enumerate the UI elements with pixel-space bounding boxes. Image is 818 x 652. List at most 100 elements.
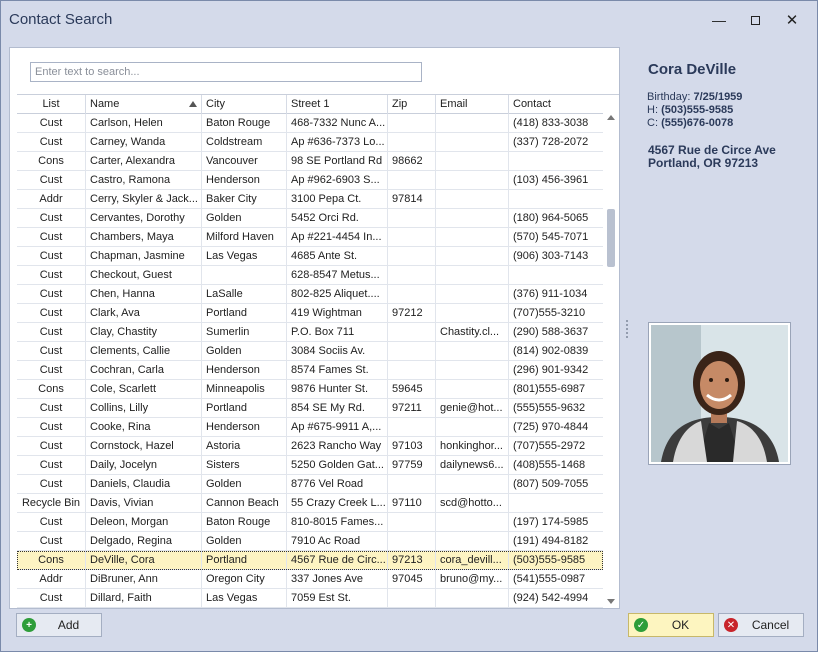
cell-phone-value: (555)676-0078 [661,117,734,129]
table-cell-list: Addr [17,190,86,208]
column-header-contact[interactable]: Contact [509,95,603,114]
vertical-scrollbar[interactable] [603,113,619,608]
table-row[interactable]: Recycle Bin Davis, Vivian Cannon Beach 55 C… [17,494,603,513]
search-input[interactable] [30,62,422,82]
table-cell-email [436,342,509,360]
table-row[interactable]: Cust Carlson, Helen Baton Rouge 468-7332 Nu… [17,114,603,133]
scroll-up-icon[interactable] [607,115,615,120]
table-row[interactable]: Cons Carter, Alexandra Vancouver 98 SE Port… [17,152,603,171]
table-row[interactable]: Cons DeVille, Cora Portland 4567 Rue de Cir… [17,551,603,570]
table-cell-name: Cole, Scarlett [86,380,202,398]
table-cell-city: Portland [202,551,287,569]
table-cell-contact: (725) 970-4844 [513,421,589,433]
table-row[interactable]: Cust Collins, Lilly Portland 854 SE My Rd. 9… [17,399,603,418]
close-button[interactable]: ✕ [778,9,806,31]
plus-circle-icon: + [22,618,36,632]
table-cell-street-1: 5452 Orci Rd. [287,209,388,227]
table-cell-zip: 97211 [388,399,436,417]
table-cell-email [436,532,509,550]
table-cell-contact: (408)555-1468 [513,459,586,471]
panel-splitter[interactable] [625,319,629,339]
column-header-list[interactable]: List [17,95,86,114]
ok-button[interactable]: ✓ OK [628,613,714,637]
cell-phone-label: C: [647,117,658,129]
table-row[interactable]: Cust Chapman, Jasmine Las Vegas 4685 Ante S… [17,247,603,266]
table-cell-city: Las Vegas [202,247,287,265]
table-row[interactable]: Cust Cochran, Carla Henderson 8574 Fames St… [17,361,603,380]
table-cell-list: Cons [17,380,86,398]
minimize-button[interactable]: — [705,9,733,31]
table-cell-city: Golden [202,209,287,227]
table-cell-list: Cust [17,133,86,151]
table-cell-list: Cust [17,513,86,531]
table-cell-zip: 97045 [388,570,436,588]
table-cell-contact: (103) 456-3961 [513,174,589,186]
table-row[interactable]: Cust Delgado, Regina Golden 7910 Ac Road (19… [17,532,603,551]
table-row[interactable]: Cust Chambers, Maya Milford Haven Ap #221-4… [17,228,603,247]
table-cell-email [436,513,509,531]
table-cell-list: Cust [17,342,86,360]
table-cell-contact: (197) 174-5985 [513,516,589,528]
table-cell-zip: 97103 [388,437,436,455]
table-row[interactable]: Cust Clements, Callie Golden 3084 Sociis Av… [17,342,603,361]
scroll-thumb[interactable] [607,209,615,267]
table-row[interactable]: Cust Daniels, Claudia Golden 8776 Vel Road (… [17,475,603,494]
table-row[interactable]: Cust Carney, Wanda Coldstream Ap #636-7373 … [17,133,603,152]
table-cell-email [436,380,509,398]
table-cell-street-1: 55 Crazy Creek L... [287,494,388,512]
table-row[interactable]: Cust Cornstock, Hazel Astoria 2623 Rancho W… [17,437,603,456]
table-row[interactable]: Cons Cole, Scarlett Minneapolis 9876 Hunter… [17,380,603,399]
table-cell-city: LaSalle [202,285,287,303]
table-row[interactable]: Cust Clark, Ava Portland 419 Wightman 97212 (… [17,304,603,323]
cancel-button[interactable]: ✕ Cancel [718,613,804,637]
table-row[interactable]: Addr Cerry, Skyler & Jack... Baker City 310… [17,190,603,209]
table-cell-zip: 97759 [388,456,436,474]
table-cell-list: Cust [17,532,86,550]
table-cell-city: Portland [202,304,287,322]
detail-cell-phone: C: (555)676-0078 [647,117,733,129]
table-row[interactable]: Addr DiBruner, Ann Oregon City 337 Jones Av… [17,570,603,589]
table-row[interactable]: Cust Cooke, Rina Henderson Ap #675-9911 A,.… [17,418,603,437]
table-cell-list: Addr [17,570,86,588]
table-row[interactable]: Cust Clay, Chastity Sumerlin P.O. Box 711 Ch… [17,323,603,342]
table-cell-name: Chen, Hanna [86,285,202,303]
table-cell-zip [388,361,436,379]
table-cell-list: Cust [17,171,86,189]
table-cell-zip [388,133,436,151]
table-cell-email [436,266,509,284]
table-row[interactable]: Cust Deleon, Morgan Baton Rouge 810-8015 Fa… [17,513,603,532]
table-cell-street-1: 337 Jones Ave [287,570,388,588]
table-row[interactable]: Cust Chen, Hanna LaSalle 802-825 Aliquet...… [17,285,603,304]
table-cell-name: Dillard, Faith [86,589,202,607]
table-row[interactable]: Cust Castro, Ramona Henderson Ap #962-6903 … [17,171,603,190]
ok-button-label: OK [671,618,690,632]
home-phone-label: H: [647,104,658,116]
column-header-street-1[interactable]: Street 1 [287,95,388,114]
column-header-zip[interactable]: Zip [388,95,436,114]
table-row[interactable]: Cust Dillard, Faith Las Vegas 7059 Est St. (… [17,589,603,608]
add-button[interactable]: + Add [16,613,102,637]
table-row[interactable]: Cust Checkout, Guest 628-8547 Metus... [17,266,603,285]
table-cell-street-1: 628-8547 Metus... [287,266,388,284]
table-cell-zip [388,532,436,550]
table-cell-name: Chapman, Jasmine [86,247,202,265]
table-cell-street-1: 4567 Rue de Circ... [287,551,388,569]
grid-header: List Name City Street 1 Zip Email Contact [17,95,619,114]
table-cell-list: Cust [17,456,86,474]
maximize-button[interactable] [741,9,769,31]
column-header-email[interactable]: Email [436,95,509,114]
x-circle-icon: ✕ [724,618,738,632]
column-header-name[interactable]: Name [86,95,202,114]
scroll-down-icon[interactable] [607,599,615,604]
table-cell-name: Cornstock, Hazel [86,437,202,455]
table-cell-contact: (570) 545-7071 [513,231,589,243]
table-row[interactable]: Cust Daily, Jocelyn Sisters 5250 Golden Gat… [17,456,603,475]
table-cell-zip [388,513,436,531]
column-header-city[interactable]: City [202,95,287,114]
table-cell-zip [388,209,436,227]
table-cell-name: DeVille, Cora [86,551,202,569]
table-cell-city: Oregon City [202,570,287,588]
table-cell-name: Castro, Ramona [86,171,202,189]
table-cell-email [436,171,509,189]
table-row[interactable]: Cust Cervantes, Dorothy Golden 5452 Orci Rd… [17,209,603,228]
